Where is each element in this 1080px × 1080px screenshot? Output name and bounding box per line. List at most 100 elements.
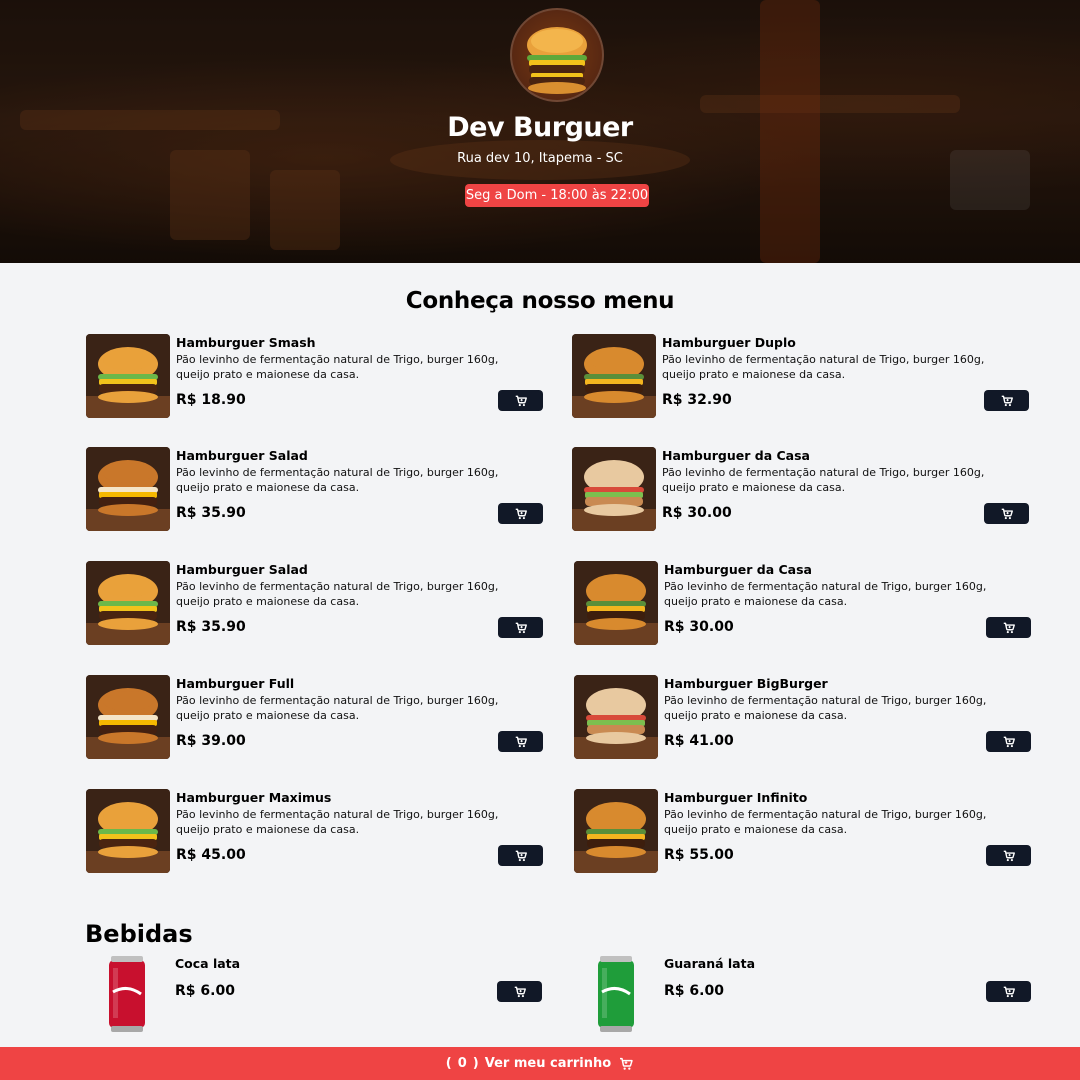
menu-item-price: R$ 30.00 — [662, 505, 732, 521]
menu-item-name: Hamburguer Infinito — [664, 790, 808, 805]
menu-item-image — [86, 447, 170, 531]
menu-item-image — [86, 675, 170, 759]
restaurant-address: Rua dev 10, Itapema - SC — [457, 151, 623, 166]
add-to-cart-button[interactable] — [986, 981, 1031, 1002]
logo — [510, 8, 604, 102]
drink-price: R$ 6.00 — [664, 983, 724, 999]
add-to-cart-button[interactable] — [497, 981, 542, 1002]
menu-item: Hamburguer BigBurger Pão levinho de ferme… — [574, 675, 1034, 761]
menu-item-price: R$ 41.00 — [664, 733, 734, 749]
menu-item-image — [574, 561, 658, 645]
menu-item-image — [572, 334, 656, 418]
menu-item-name: Hamburguer Salad — [176, 448, 308, 463]
burger-logo-icon — [527, 27, 587, 94]
drink-item: Guaraná lata R$ 6.00 — [574, 956, 1034, 1036]
cart-count-wrapper: (0) — [446, 1056, 479, 1071]
menu-item-description: Pão levinho de fermentação natural de Tr… — [664, 694, 987, 722]
cart-icon — [515, 850, 527, 861]
burger-image — [86, 447, 170, 531]
menu-item-name: Hamburguer Full — [176, 676, 295, 691]
view-cart-button[interactable]: (0) Ver meu carrinho — [0, 1047, 1080, 1080]
burger-image — [86, 561, 170, 645]
cart-count: 0 — [457, 1056, 467, 1071]
add-to-cart-button[interactable] — [986, 617, 1031, 638]
burger-image — [574, 561, 658, 645]
add-to-cart-button[interactable] — [984, 503, 1029, 524]
cart-icon — [514, 986, 526, 997]
drink-name: Guaraná lata — [664, 956, 756, 971]
cart-icon — [515, 395, 527, 406]
menu-item-description: Pão levinho de fermentação natural de Tr… — [664, 580, 987, 608]
menu-item-price: R$ 35.90 — [176, 505, 246, 521]
cart-icon — [1001, 508, 1013, 519]
menu-item-description: Pão levinho de fermentação natural de Tr… — [662, 353, 985, 381]
menu-item-description: Pão levinho de fermentação natural de Tr… — [176, 694, 499, 722]
menu-item-image — [572, 447, 656, 531]
menu-item-description: Pão levinho de fermentação natural de Tr… — [176, 466, 499, 494]
cart-count-open: ( — [445, 1056, 452, 1071]
cart-icon — [620, 1057, 633, 1070]
drink-can-image — [598, 956, 634, 1032]
cart-icon — [1003, 986, 1015, 997]
menu-item-image — [574, 675, 658, 759]
add-to-cart-button[interactable] — [498, 617, 543, 638]
cart-icon — [515, 508, 527, 519]
menu-item-description: Pão levinho de fermentação natural de Tr… — [176, 353, 499, 381]
menu-item-price: R$ 18.90 — [176, 392, 246, 408]
menu-title: Conheça nosso menu — [405, 288, 675, 314]
cart-icon — [1003, 736, 1015, 747]
cart-count-close: ) — [472, 1056, 479, 1071]
drink-price: R$ 6.00 — [175, 983, 235, 999]
cart-icon — [515, 622, 527, 633]
add-to-cart-button[interactable] — [984, 390, 1029, 411]
burger-image — [86, 789, 170, 873]
menu-item: Hamburguer Maximus Pão levinho de ferment… — [86, 789, 546, 875]
cart-icon — [515, 736, 527, 747]
menu-item-name: Hamburguer da Casa — [662, 448, 810, 463]
menu-item: Hamburguer Infinito Pão levinho de fermen… — [574, 789, 1034, 875]
menu-item-image — [86, 334, 170, 418]
add-to-cart-button[interactable] — [986, 845, 1031, 866]
burger-image — [574, 789, 658, 873]
menu-item-name: Hamburguer da Casa — [664, 562, 812, 577]
cart-icon — [1003, 850, 1015, 861]
menu-item-description: Pão levinho de fermentação natural de Tr… — [662, 466, 985, 494]
view-cart-label: Ver meu carrinho — [484, 1056, 612, 1071]
cart-icon — [1003, 622, 1015, 633]
burger-image — [86, 334, 170, 418]
menu-item-price: R$ 30.00 — [664, 619, 734, 635]
add-to-cart-button[interactable] — [498, 390, 543, 411]
menu-item: Hamburguer Duplo Pão levinho de fermentaç… — [572, 334, 1032, 420]
menu-item: Hamburguer Full Pão levinho de fermentaçã… — [86, 675, 546, 761]
hero-banner: Dev Burguer Rua dev 10, Itapema - SC Seg… — [0, 0, 1080, 263]
menu-item-description: Pão levinho de fermentação natural de Tr… — [664, 808, 987, 836]
menu-item-name: Hamburguer Smash — [176, 335, 316, 350]
menu-item-image — [574, 789, 658, 873]
menu-item-description: Pão levinho de fermentação natural de Tr… — [176, 808, 499, 836]
menu-item: Hamburguer Smash Pão levinho de fermentaç… — [86, 334, 546, 420]
drink-item: Coca lata R$ 6.00 — [85, 956, 545, 1036]
menu-item-price: R$ 55.00 — [664, 847, 734, 863]
menu-item-image — [86, 789, 170, 873]
menu-item-price: R$ 35.90 — [176, 619, 246, 635]
menu-item-name: Hamburguer BigBurger — [664, 676, 828, 691]
menu-item: Hamburguer Salad Pão levinho de fermentaç… — [86, 561, 546, 647]
cart-icon — [1001, 395, 1013, 406]
menu-item-price: R$ 32.90 — [662, 392, 732, 408]
opening-hours-badge: Seg a Dom - 18:00 às 22:00 — [465, 184, 649, 207]
add-to-cart-button[interactable] — [498, 845, 543, 866]
drink-can-image — [109, 956, 145, 1032]
add-to-cart-button[interactable] — [498, 503, 543, 524]
menu-item: Hamburguer da Casa Pão levinho de ferment… — [574, 561, 1034, 647]
menu-item-name: Hamburguer Salad — [176, 562, 308, 577]
menu-item-image — [86, 561, 170, 645]
menu-item: Hamburguer da Casa Pão levinho de ferment… — [572, 447, 1032, 533]
menu-item-price: R$ 39.00 — [176, 733, 246, 749]
menu-item-name: Hamburguer Maximus — [176, 790, 332, 805]
drinks-title: Bebidas — [85, 920, 193, 948]
restaurant-name: Dev Burguer — [447, 112, 633, 143]
drink-name: Coca lata — [175, 956, 241, 971]
add-to-cart-button[interactable] — [498, 731, 543, 752]
menu-item-description: Pão levinho de fermentação natural de Tr… — [176, 580, 499, 608]
add-to-cart-button[interactable] — [986, 731, 1031, 752]
